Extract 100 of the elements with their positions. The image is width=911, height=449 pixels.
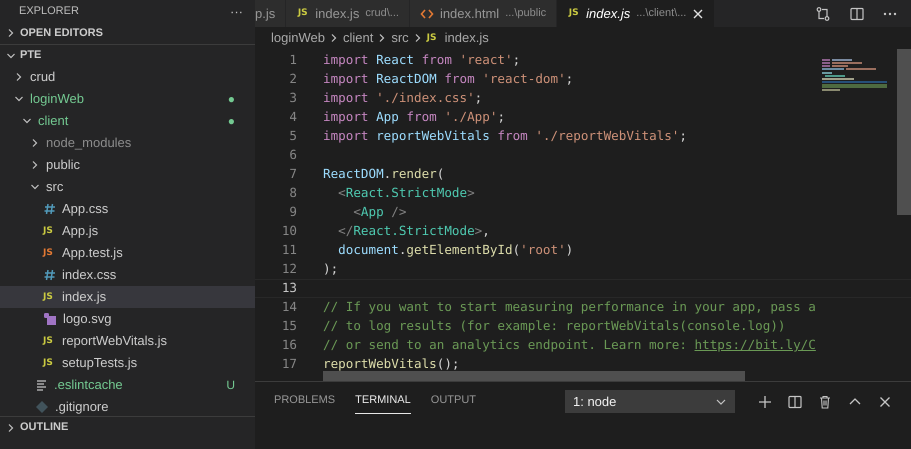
line-number: 11	[280, 241, 297, 260]
panel-tab[interactable]: OUTPUT	[430, 392, 476, 414]
line-number: 9	[288, 203, 297, 222]
hash-icon	[43, 268, 56, 282]
tree-item[interactable]: .gitignore	[0, 396, 255, 416]
tree-item[interactable]: .eslintcache U	[0, 374, 255, 396]
chevron-icon	[14, 94, 24, 104]
chevron-icon	[30, 138, 40, 148]
code-line: import React from 'react';	[323, 51, 520, 70]
code-line: reportWebVitals();	[323, 355, 460, 374]
more-button[interactable]: ···	[230, 4, 243, 18]
line-number: 14	[280, 298, 297, 316]
chevron-icon	[30, 182, 40, 192]
code-line: document.getElementById('root')	[337, 241, 574, 260]
git-status-label: ●	[228, 91, 235, 108]
line-number: 13	[280, 279, 297, 298]
chevron-icon	[328, 33, 339, 43]
tree-item[interactable]: JS setupTests.js	[0, 352, 255, 374]
line-number: 4	[288, 108, 297, 126]
tree-item[interactable]: App.css	[0, 198, 255, 220]
code-line: <App />	[352, 203, 406, 222]
image-file-icon	[43, 312, 57, 326]
js-icon: JS	[43, 248, 56, 258]
tree-item[interactable]: src	[0, 176, 255, 198]
chevron-icon	[22, 116, 32, 126]
split-icon[interactable]	[787, 394, 803, 410]
code-line: // to log results (for example: reportWebVitals(console.log))	[323, 317, 786, 336]
chevron-icon	[6, 28, 16, 38]
editor-tab[interactable]: JS index.js crud\...	[286, 0, 410, 27]
tree-item[interactable]: crud	[0, 66, 255, 88]
hash-icon	[43, 202, 56, 216]
js-icon: JS	[43, 336, 56, 346]
tree-item[interactable]: JS App.test.js	[0, 242, 255, 264]
tree-item[interactable]: JS App.js	[0, 220, 255, 242]
code-line: // If you want to start measuring performance in your app, pass a	[323, 298, 816, 316]
line-number: 3	[288, 89, 297, 108]
split-icon[interactable]	[849, 6, 865, 22]
breadcrumb-item[interactable]: src	[391, 28, 409, 48]
line-number: 2	[288, 70, 297, 88]
js-icon: JS	[43, 292, 56, 302]
close-icon[interactable]	[692, 8, 704, 20]
editor-tab[interactable]: JS index.js ...\client\...	[557, 0, 716, 27]
section-header[interactable]: OUTLINE	[0, 416, 255, 438]
editor-tab[interactable]: index.html ...\public	[410, 0, 558, 27]
line-number: 16	[280, 336, 297, 354]
trash-icon[interactable]	[817, 394, 833, 410]
line-number: 10	[280, 222, 297, 240]
code-line: import reportWebVitals from './reportWebVitals';	[323, 127, 687, 146]
scrollbar-thumb[interactable]	[897, 49, 911, 215]
line-number: 17	[280, 355, 297, 374]
lines-icon	[35, 378, 48, 392]
code-line: import App from './App';	[323, 108, 506, 126]
more-icon[interactable]	[883, 12, 897, 16]
code-line: ReactDOM.render(	[323, 165, 444, 184]
code-line: import './index.css';	[323, 89, 482, 108]
tree-item[interactable]: node_modules	[0, 132, 255, 154]
minimap-drawing	[822, 59, 887, 93]
code-line: </React.StrictMode>,	[337, 222, 490, 240]
tree-item[interactable]: public	[0, 154, 255, 176]
line-number: 15	[280, 317, 297, 336]
js-icon: JS	[43, 226, 56, 236]
js-icon: JS	[567, 9, 580, 18]
tree-item[interactable]: logo.svg	[0, 308, 255, 330]
chevron-icon	[30, 160, 40, 170]
compare-icon[interactable]	[815, 6, 831, 22]
sidebar-title: EXPLORER	[19, 4, 79, 19]
breadcrumb-item[interactable]: loginWeb	[271, 28, 325, 48]
code-icon	[420, 6, 434, 20]
tree-item[interactable]: JS index.js	[0, 286, 255, 308]
line-number: 6	[288, 146, 297, 164]
section-header[interactable]: OPEN EDITORS	[0, 22, 255, 44]
line-number: 8	[288, 184, 297, 202]
tree-item[interactable]: index.css	[0, 264, 255, 286]
line-number: 5	[288, 127, 297, 146]
chevron-icon	[6, 422, 16, 432]
panel-tab[interactable]: TERMINAL	[355, 392, 411, 414]
code-line: <React.StrictMode>	[337, 184, 475, 202]
line-number: 7	[288, 165, 297, 184]
tree-item[interactable]: client ●	[0, 110, 255, 132]
editor-tab[interactable]: p.js	[255, 0, 286, 27]
breadcrumb-item[interactable]: JS index.js	[426, 28, 489, 48]
breadcrumb-item[interactable]: client	[342, 28, 374, 48]
js-icon: JS	[426, 34, 440, 42]
scrollbar-thumb[interactable]	[323, 371, 745, 381]
line-number: 12	[280, 260, 297, 278]
tree-item[interactable]: loginWeb ●	[0, 88, 255, 110]
js-icon: JS	[296, 9, 310, 18]
code-line: import ReactDOM from 'react-dom';	[323, 70, 574, 88]
panel-tab[interactable]: PROBLEMS	[274, 392, 336, 414]
tree-item[interactable]: JS reportWebVitals.js	[0, 330, 255, 352]
diamond-icon	[35, 400, 49, 414]
git-status-label: ●	[228, 113, 235, 130]
section-header[interactable]: PTE	[0, 44, 255, 66]
chevron-icon	[6, 50, 16, 60]
terminal-dropdown[interactable]: 1: node	[565, 390, 735, 413]
code-line: );	[323, 260, 338, 278]
code-line: // or send to an analytics endpoint. Learn more: https://bit.ly/C	[323, 336, 816, 354]
add-icon[interactable]	[757, 394, 773, 410]
chevron-icon	[14, 72, 24, 82]
git-status-label: U	[226, 377, 235, 394]
